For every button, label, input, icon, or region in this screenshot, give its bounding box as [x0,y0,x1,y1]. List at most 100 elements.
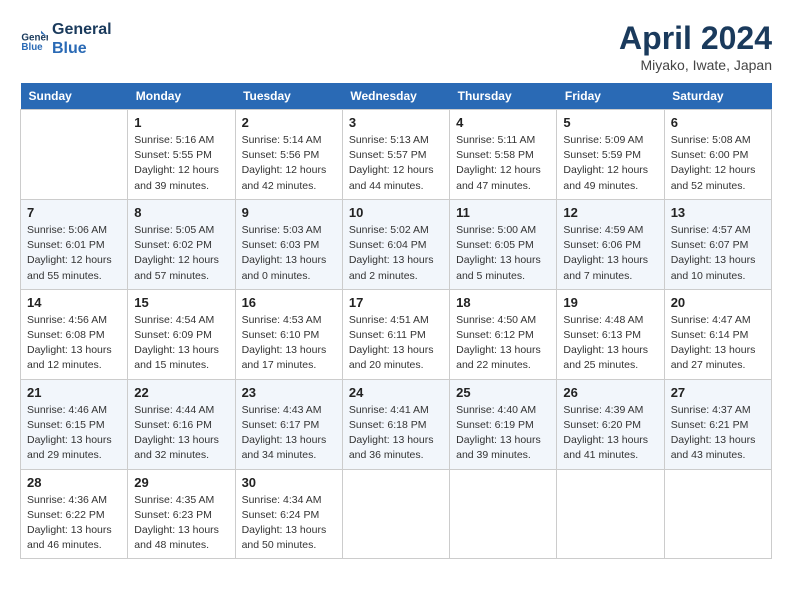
calendar-cell [450,469,557,559]
weekday-header-tuesday: Tuesday [235,83,342,110]
calendar-cell: 2 Sunrise: 5:14 AMSunset: 5:56 PMDaylight… [235,110,342,200]
day-number: 2 [242,115,336,130]
calendar-cell: 22Sunrise: 4:44 AMSunset: 6:16 PMDayligh… [128,379,235,469]
day-info: Sunrise: 4:48 AMSunset: 6:13 PMDaylight:… [563,313,657,374]
calendar-cell: 20 Sunrise: 4:47 AMSunset: 6:14 PMDayligh… [664,289,771,379]
day-info: Sunrise: 5:03 AMSunset: 6:03 PMDaylight:… [242,223,336,284]
location-text: Miyako, Iwate, Japan [619,57,772,73]
day-number: 6 [671,115,765,130]
day-number: 27 [671,385,765,400]
logo-text-blue: Blue [52,39,112,58]
calendar-cell [664,469,771,559]
day-info: Sunrise: 4:56 AMSunset: 6:08 PMDaylight:… [27,313,121,374]
day-info: Sunrise: 5:06 AMSunset: 6:01 PMDaylight:… [27,223,121,284]
day-info: Sunrise: 4:44 AMSunset: 6:16 PMDaylight:… [134,403,228,464]
calendar-cell: 25 Sunrise: 4:40 AMSunset: 6:19 PMDayligh… [450,379,557,469]
calendar-cell: 12 Sunrise: 4:59 AMSunset: 6:06 PMDayligh… [557,199,664,289]
calendar-cell: 1 Sunrise: 5:16 AMSunset: 5:55 PMDaylight… [128,110,235,200]
calendar-cell: 16Sunrise: 4:53 AMSunset: 6:10 PMDayligh… [235,289,342,379]
calendar-cell: 29Sunrise: 4:35 AMSunset: 6:23 PMDayligh… [128,469,235,559]
day-number: 17 [349,295,443,310]
weekday-header-saturday: Saturday [664,83,771,110]
day-number: 11 [456,205,550,220]
day-info: Sunrise: 4:50 AMSunset: 6:12 PMDaylight:… [456,313,550,374]
day-info: Sunrise: 4:51 AMSunset: 6:11 PMDaylight:… [349,313,443,374]
calendar-cell: 8Sunrise: 5:05 AMSunset: 6:02 PMDaylight… [128,199,235,289]
calendar-cell: 26 Sunrise: 4:39 AMSunset: 6:20 PMDayligh… [557,379,664,469]
day-number: 3 [349,115,443,130]
calendar-cell: 24 Sunrise: 4:41 AMSunset: 6:18 PMDayligh… [342,379,449,469]
day-number: 19 [563,295,657,310]
calendar-table: SundayMondayTuesdayWednesdayThursdayFrid… [20,83,772,559]
day-number: 25 [456,385,550,400]
day-number: 24 [349,385,443,400]
day-info: Sunrise: 5:05 AMSunset: 6:02 PMDaylight:… [134,223,228,284]
logo: General Blue General Blue [20,20,112,58]
day-number: 21 [27,385,121,400]
day-number: 14 [27,295,121,310]
calendar-cell: 13 Sunrise: 4:57 AMSunset: 6:07 PMDayligh… [664,199,771,289]
weekday-header-row: SundayMondayTuesdayWednesdayThursdayFrid… [21,83,772,110]
calendar-cell: 9 Sunrise: 5:03 AMSunset: 6:03 PMDaylight… [235,199,342,289]
calendar-cell: 23Sunrise: 4:43 AMSunset: 6:17 PMDayligh… [235,379,342,469]
day-info: Sunrise: 4:46 AMSunset: 6:15 PMDaylight:… [27,403,121,464]
calendar-cell: 28 Sunrise: 4:36 AMSunset: 6:22 PMDayligh… [21,469,128,559]
calendar-cell: 27Sunrise: 4:37 AMSunset: 6:21 PMDayligh… [664,379,771,469]
calendar-cell: 5Sunrise: 5:09 AMSunset: 5:59 PMDaylight… [557,110,664,200]
day-number: 15 [134,295,228,310]
day-number: 12 [563,205,657,220]
calendar-cell: 17 Sunrise: 4:51 AMSunset: 6:11 PMDayligh… [342,289,449,379]
calendar-cell: 10Sunrise: 5:02 AMSunset: 6:04 PMDayligh… [342,199,449,289]
weekday-header-friday: Friday [557,83,664,110]
svg-text:Blue: Blue [21,42,43,53]
day-info: Sunrise: 4:41 AMSunset: 6:18 PMDaylight:… [349,403,443,464]
week-row-5: 28 Sunrise: 4:36 AMSunset: 6:22 PMDayligh… [21,469,772,559]
day-number: 1 [134,115,228,130]
day-info: Sunrise: 5:14 AMSunset: 5:56 PMDaylight:… [242,133,336,194]
day-number: 13 [671,205,765,220]
calendar-cell: 11 Sunrise: 5:00 AMSunset: 6:05 PMDayligh… [450,199,557,289]
title-area: April 2024 Miyako, Iwate, Japan [619,20,772,73]
calendar-cell: 7 Sunrise: 5:06 AMSunset: 6:01 PMDaylight… [21,199,128,289]
day-info: Sunrise: 4:47 AMSunset: 6:14 PMDaylight:… [671,313,765,374]
calendar-cell: 4Sunrise: 5:11 AMSunset: 5:58 PMDaylight… [450,110,557,200]
calendar-cell [342,469,449,559]
day-info: Sunrise: 5:16 AMSunset: 5:55 PMDaylight:… [134,133,228,194]
day-info: Sunrise: 4:39 AMSunset: 6:20 PMDaylight:… [563,403,657,464]
logo-icon: General Blue [20,25,48,53]
calendar-cell: 3 Sunrise: 5:13 AMSunset: 5:57 PMDaylight… [342,110,449,200]
day-number: 20 [671,295,765,310]
day-info: Sunrise: 4:59 AMSunset: 6:06 PMDaylight:… [563,223,657,284]
calendar-cell: 30Sunrise: 4:34 AMSunset: 6:24 PMDayligh… [235,469,342,559]
week-row-2: 7 Sunrise: 5:06 AMSunset: 6:01 PMDaylight… [21,199,772,289]
calendar-cell: 21 Sunrise: 4:46 AMSunset: 6:15 PMDayligh… [21,379,128,469]
day-info: Sunrise: 4:36 AMSunset: 6:22 PMDaylight:… [27,493,121,554]
day-info: Sunrise: 4:40 AMSunset: 6:19 PMDaylight:… [456,403,550,464]
day-number: 7 [27,205,121,220]
day-info: Sunrise: 4:35 AMSunset: 6:23 PMDaylight:… [134,493,228,554]
calendar-cell: 6 Sunrise: 5:08 AMSunset: 6:00 PMDaylight… [664,110,771,200]
day-info: Sunrise: 5:00 AMSunset: 6:05 PMDaylight:… [456,223,550,284]
day-info: Sunrise: 4:54 AMSunset: 6:09 PMDaylight:… [134,313,228,374]
day-info: Sunrise: 5:13 AMSunset: 5:57 PMDaylight:… [349,133,443,194]
day-number: 4 [456,115,550,130]
calendar-cell [21,110,128,200]
day-info: Sunrise: 4:57 AMSunset: 6:07 PMDaylight:… [671,223,765,284]
day-info: Sunrise: 5:09 AMSunset: 5:59 PMDaylight:… [563,133,657,194]
weekday-header-thursday: Thursday [450,83,557,110]
week-row-3: 14 Sunrise: 4:56 AMSunset: 6:08 PMDayligh… [21,289,772,379]
day-number: 9 [242,205,336,220]
day-number: 26 [563,385,657,400]
week-row-4: 21 Sunrise: 4:46 AMSunset: 6:15 PMDayligh… [21,379,772,469]
weekday-header-sunday: Sunday [21,83,128,110]
day-number: 28 [27,475,121,490]
day-info: Sunrise: 4:43 AMSunset: 6:17 PMDaylight:… [242,403,336,464]
calendar-cell [557,469,664,559]
day-info: Sunrise: 5:08 AMSunset: 6:00 PMDaylight:… [671,133,765,194]
day-info: Sunrise: 4:53 AMSunset: 6:10 PMDaylight:… [242,313,336,374]
calendar-cell: 19 Sunrise: 4:48 AMSunset: 6:13 PMDayligh… [557,289,664,379]
day-number: 10 [349,205,443,220]
calendar-cell: 15 Sunrise: 4:54 AMSunset: 6:09 PMDayligh… [128,289,235,379]
day-number: 18 [456,295,550,310]
weekday-header-wednesday: Wednesday [342,83,449,110]
